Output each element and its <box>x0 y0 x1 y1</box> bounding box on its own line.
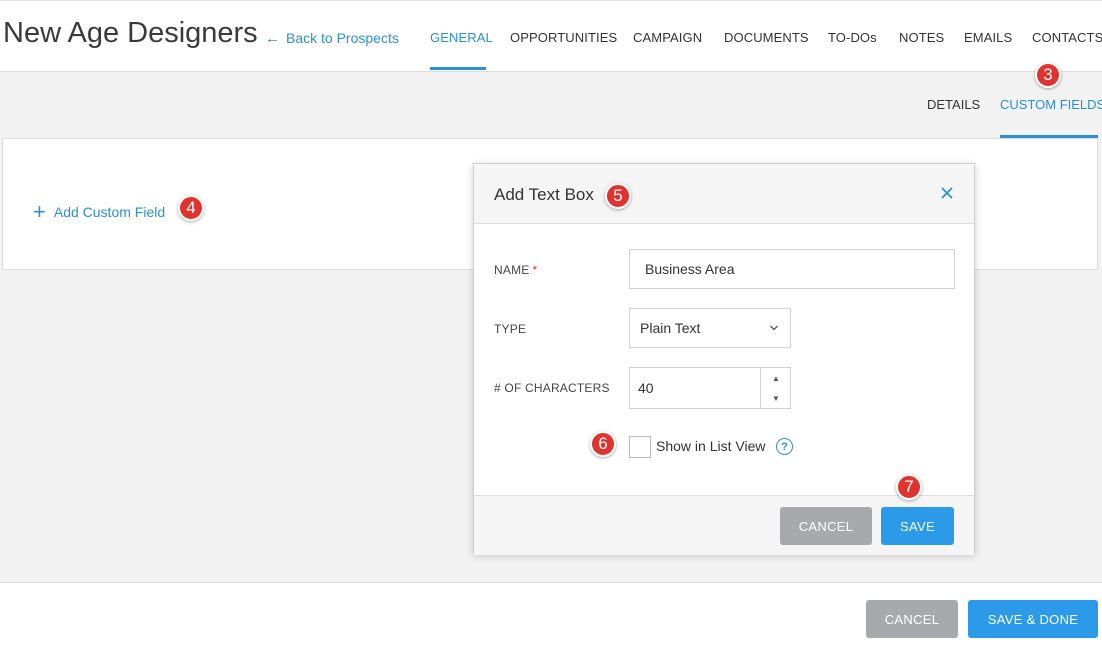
page-header: New Age Designers ← Back to Prospects GE… <box>0 0 1102 72</box>
active-tab-indicator <box>430 67 486 70</box>
name-label-text: NAME <box>494 263 530 277</box>
dialog-cancel-button[interactable]: CANCEL <box>780 507 872 545</box>
add-custom-field-label: Add Custom Field <box>53 204 166 220</box>
dialog-footer: CANCEL SAVE <box>474 495 974 555</box>
tab-opportunities[interactable]: OPPORTUNITIES <box>510 30 617 45</box>
characters-label: # OF CHARACTERS <box>494 381 610 395</box>
step-badge-6: 6 <box>590 431 616 457</box>
save-and-done-button[interactable]: SAVE & DONE <box>968 600 1098 638</box>
plus-icon: + <box>33 199 46 224</box>
name-label: NAME * <box>494 263 537 277</box>
back-link-label: Back to Prospects <box>286 30 399 46</box>
add-custom-field-button[interactable]: + Add Custom Field <box>33 201 165 223</box>
required-mark: * <box>532 263 538 277</box>
subtab-custom-fields[interactable]: CUSTOM FIELDS <box>1000 97 1102 112</box>
tab-contacts[interactable]: CONTACTS <box>1032 30 1102 45</box>
increment-icon[interactable]: ▲ <box>761 368 791 388</box>
type-label: TYPE <box>494 322 527 336</box>
step-badge-3: 3 <box>1035 62 1061 88</box>
subtab-details[interactable]: DETAILS <box>927 97 980 112</box>
top-divider <box>0 0 1102 1</box>
tab-emails[interactable]: EMAILS <box>964 30 1012 45</box>
name-input[interactable] <box>629 249 955 289</box>
step-badge-5: 5 <box>605 183 631 209</box>
dialog-header: Add Text Box <box>474 164 974 224</box>
page-footer: CANCEL SAVE & DONE <box>0 582 1102 652</box>
chevron-down-icon <box>770 325 778 331</box>
stepper-controls: ▲ ▼ <box>760 368 790 408</box>
step-badge-7: 7 <box>896 474 922 500</box>
type-select[interactable]: Plain Text <box>629 308 791 348</box>
show-in-list-view-label: Show in List View <box>656 438 766 454</box>
characters-input[interactable] <box>638 380 748 396</box>
type-selected-value: Plain Text <box>640 320 701 336</box>
dialog-save-button[interactable]: SAVE <box>881 507 954 545</box>
step-badge-4: 4 <box>178 195 204 221</box>
page-title: New Age Designers <box>3 17 258 49</box>
question-circle-icon[interactable]: ? <box>776 438 793 455</box>
back-to-prospects-link[interactable]: ← Back to Prospects <box>265 30 399 46</box>
characters-stepper: ▲ ▼ <box>629 367 791 409</box>
tab-notes[interactable]: NOTES <box>899 30 944 45</box>
close-icon[interactable] <box>938 184 956 202</box>
tab-documents[interactable]: DOCUMENTS <box>724 30 809 45</box>
arrow-left-icon: ← <box>265 29 280 47</box>
decrement-icon[interactable]: ▼ <box>761 388 791 408</box>
cancel-button[interactable]: CANCEL <box>866 600 958 638</box>
tab-campaign[interactable]: CAMPAIGN <box>633 30 702 45</box>
tab-general[interactable]: GENERAL <box>430 30 493 45</box>
tab-todos[interactable]: TO-DOs <box>828 30 877 45</box>
show-in-list-view-checkbox[interactable] <box>629 436 651 458</box>
dialog-title: Add Text Box <box>494 185 594 204</box>
